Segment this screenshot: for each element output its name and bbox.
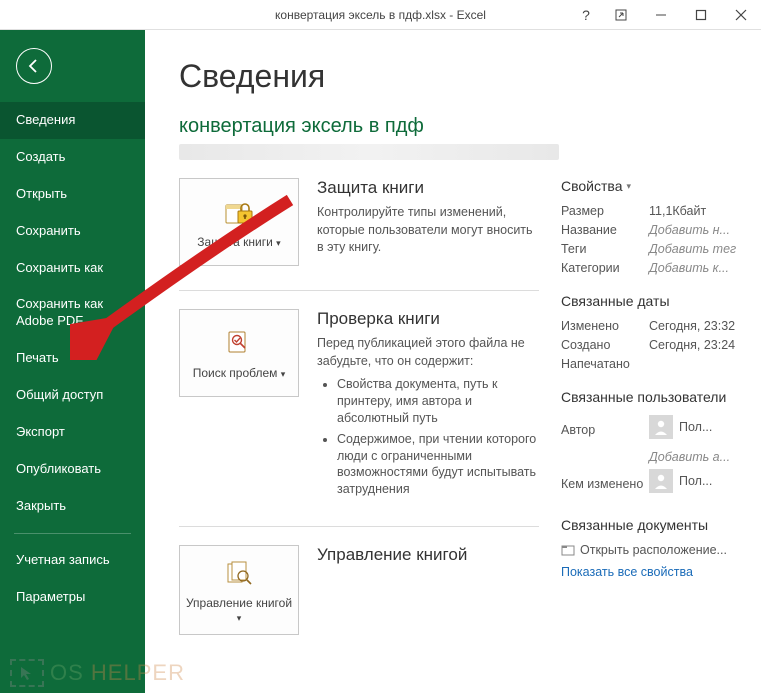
- page-title: Сведения: [179, 58, 751, 95]
- prop-modified-value: Сегодня, 23:32: [649, 319, 735, 333]
- inspect-bullets: Свойства документа, путь к принтеру, имя…: [337, 376, 539, 498]
- prop-cat-label: Категории: [561, 261, 649, 275]
- prop-changedby-label: Кем изменено: [561, 477, 649, 491]
- sidebar-item-account[interactable]: Учетная запись: [0, 542, 145, 579]
- inspect-icon: [223, 326, 255, 360]
- prop-printed-label: Напечатано: [561, 357, 649, 371]
- backstage-main: Сведения конвертация эксель в пдф: [145, 30, 761, 693]
- prop-cat-value[interactable]: Добавить к...: [649, 261, 729, 275]
- window-controls-arrow[interactable]: [601, 0, 641, 30]
- prop-tags-label: Теги: [561, 242, 649, 256]
- prop-name-label: Название: [561, 223, 649, 237]
- related-dates-header: Связанные даты: [561, 293, 751, 309]
- backstage-sidebar: Сведения Создать Открыть Сохранить Сохра…: [0, 30, 145, 693]
- prop-author-label: Автор: [561, 423, 649, 437]
- back-button[interactable]: [16, 48, 52, 84]
- manage-workbook-button[interactable]: Управление книгой ▾: [179, 545, 299, 635]
- inspect-bullet: Содержимое, при чтении которого люди с о…: [337, 431, 539, 499]
- prop-modified-label: Изменено: [561, 319, 649, 333]
- section-divider: [179, 526, 539, 527]
- inspect-bullet: Свойства документа, путь к принтеру, имя…: [337, 376, 539, 427]
- manage-button-label: Управление книгой ▾: [184, 596, 294, 624]
- protect-desc: Контролируйте типы изменений, которые по…: [317, 204, 539, 257]
- sidebar-item-options[interactable]: Параметры: [0, 579, 145, 616]
- protect-workbook-button[interactable]: Защита книги ▾: [179, 178, 299, 266]
- prop-size-value: 11,1Кбайт: [649, 204, 706, 218]
- window-title: конвертация эксель в пдф.xlsx - Excel: [275, 8, 486, 22]
- open-location-link[interactable]: Открыть расположение...: [561, 543, 751, 557]
- sidebar-item-saveas[interactable]: Сохранить как: [0, 250, 145, 287]
- prop-name-value[interactable]: Добавить н...: [649, 223, 730, 237]
- show-all-properties-link[interactable]: Показать все свойства: [561, 565, 751, 579]
- properties-panel: Свойства▾ Размер11,1Кбайт НазваниеДобави…: [561, 178, 751, 659]
- inspect-desc: Перед публикацией этого файла не забудьт…: [317, 335, 539, 370]
- titlebar-controls: ?: [571, 0, 761, 30]
- minimize-button[interactable]: [641, 0, 681, 30]
- watermark: OS HELPER: [10, 659, 185, 687]
- manage-icon: [223, 556, 255, 590]
- sidebar-item-share[interactable]: Общий доступ: [0, 377, 145, 414]
- folder-icon: [561, 543, 575, 557]
- protect-title: Защита книги: [317, 178, 539, 198]
- sidebar-item-save[interactable]: Сохранить: [0, 213, 145, 250]
- lock-icon: [223, 195, 255, 229]
- document-name: конвертация эксель в пдф: [179, 115, 751, 138]
- prop-created-label: Создано: [561, 338, 649, 352]
- inspect-button-label: Поиск проблем ▾: [193, 366, 286, 380]
- prop-tags-value[interactable]: Добавить тег: [649, 242, 736, 256]
- help-icon[interactable]: ?: [571, 7, 601, 23]
- sidebar-item-publish[interactable]: Опубликовать: [0, 451, 145, 488]
- inspect-workbook-button[interactable]: Поиск проблем ▾: [179, 309, 299, 397]
- sidebar-divider: [14, 533, 131, 534]
- prop-size-label: Размер: [561, 204, 649, 218]
- cursor-icon: [10, 659, 44, 687]
- protect-button-label: Защита книги ▾: [197, 235, 280, 249]
- section-divider: [179, 290, 539, 291]
- maximize-button[interactable]: [681, 0, 721, 30]
- related-people-header: Связанные пользователи: [561, 389, 751, 405]
- prop-created-value: Сегодня, 23:24: [649, 338, 735, 352]
- related-docs-header: Связанные документы: [561, 517, 751, 533]
- avatar-icon: [649, 415, 673, 439]
- sidebar-item-open[interactable]: Открыть: [0, 176, 145, 213]
- inspect-title: Проверка книги: [317, 309, 539, 329]
- manage-title: Управление книгой: [317, 545, 539, 565]
- prop-author-value: Пол...: [679, 420, 712, 434]
- avatar-icon: [649, 469, 673, 493]
- add-author-link[interactable]: Добавить а...: [649, 450, 730, 464]
- sidebar-item-new[interactable]: Создать: [0, 139, 145, 176]
- properties-header[interactable]: Свойства▾: [561, 178, 751, 194]
- sidebar-item-close[interactable]: Закрыть: [0, 488, 145, 525]
- close-button[interactable]: [721, 0, 761, 30]
- prop-changedby-value: Пол...: [679, 474, 712, 488]
- sidebar-item-saveas-pdf[interactable]: Сохранить как Adobe PDF: [0, 286, 145, 340]
- sidebar-item-print[interactable]: Печать: [0, 340, 145, 377]
- sidebar-item-export[interactable]: Экспорт: [0, 414, 145, 451]
- document-path: [179, 144, 559, 160]
- sidebar-item-info[interactable]: Сведения: [0, 102, 145, 139]
- titlebar: конвертация эксель в пдф.xlsx - Excel ?: [0, 0, 761, 30]
